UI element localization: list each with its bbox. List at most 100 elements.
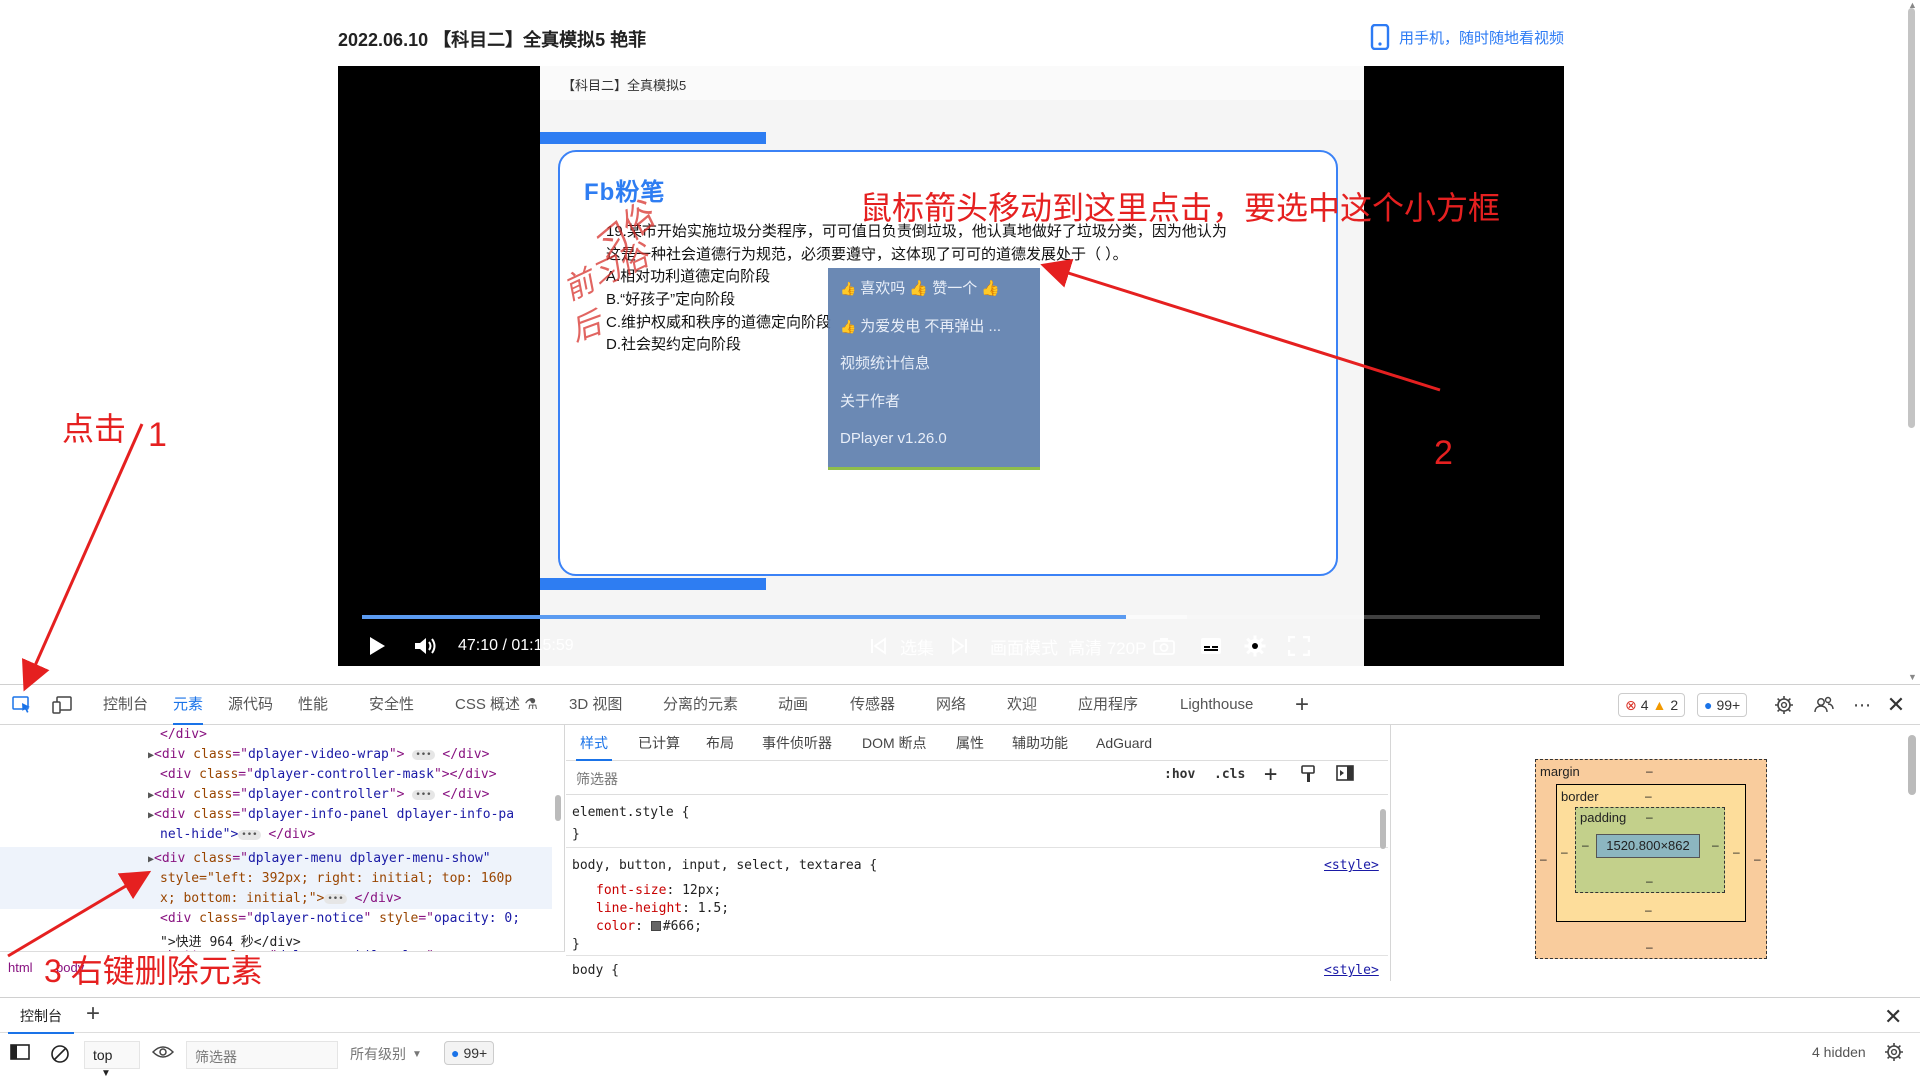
hover-state-toggle[interactable]: :hov (1164, 767, 1195, 782)
tab-lighthouse[interactable]: Lighthouse (1180, 685, 1253, 725)
mobile-watch-link[interactable]: 用手机，随时随地看视频 (1369, 24, 1564, 50)
subtab-dom-breakpoints[interactable]: DOM 断点 (862, 725, 927, 761)
close-drawer-icon[interactable]: ✕ (1884, 1004, 1902, 1030)
color-swatch[interactable] (650, 921, 661, 931)
elements-tree[interactable]: </div> ▶<div class="dplayer-video-wrap">… (0, 725, 565, 951)
settings-button[interactable] (1244, 626, 1266, 666)
style-source-link[interactable]: <style> (1324, 858, 1379, 873)
dom-node-menu[interactable]: ▶<div class="dplayer-menu dplayer-menu-s… (148, 851, 491, 866)
style-rule-selector[interactable]: body, button, input, select, textarea { (572, 858, 877, 873)
breadcrumb-html[interactable]: html (8, 960, 33, 975)
console-sidebar-toggle[interactable] (10, 1044, 30, 1060)
dom-node-cont[interactable]: nel-hide"> ••• </div> (160, 827, 315, 842)
page-scrollbar-thumb[interactable] (1908, 8, 1915, 428)
box-model-content[interactable]: 1520.800×862 (1596, 834, 1700, 858)
menu-item-version[interactable]: DPlayer v1.26.0 (828, 420, 1040, 458)
console-filter-input[interactable]: 筛选器 (186, 1041, 338, 1069)
tab-animations[interactable]: 动画 (778, 685, 808, 725)
subtab-adguard[interactable]: AdGuard (1096, 725, 1152, 761)
volume-button[interactable] (414, 626, 438, 666)
add-tab-plus-icon[interactable]: + (1290, 691, 1314, 718)
clear-console-button[interactable] (50, 1044, 70, 1064)
ellipsis-icon[interactable]: ••• (324, 893, 347, 904)
subtab-styles[interactable]: 样式 (576, 725, 612, 761)
tab-application[interactable]: 应用程序 (1078, 685, 1138, 725)
feedback-button[interactable] (1812, 693, 1836, 717)
quality-button[interactable]: 高清 720P (1068, 626, 1146, 666)
styles-scrollbar[interactable] (1378, 795, 1388, 981)
styles-scrollbar-thumb[interactable] (1380, 809, 1386, 849)
class-toggle[interactable]: .cls (1214, 767, 1245, 782)
tab-performance[interactable]: 性能 (298, 685, 328, 725)
log-levels-dropdown[interactable]: 所有级别 ▼ (350, 1044, 422, 1064)
elements-scrollbar[interactable] (553, 725, 563, 951)
style-rule-element[interactable]: element.style { (572, 805, 689, 820)
dom-node[interactable]: <div class="dplayer-controller-mask"></d… (160, 767, 497, 782)
new-rule-plus-icon[interactable]: + (1264, 762, 1277, 787)
close-devtools-icon[interactable]: ✕ (1884, 692, 1908, 717)
ellipsis-icon[interactable]: ••• (412, 749, 435, 760)
dplayer-context-menu[interactable]: 👍 喜欢吗 👍 赞一个 👍 👍 为爱发电 不再弹出 ... 视频统计信息 关于作者 … (828, 268, 1040, 470)
style-source-link[interactable]: <style> (1324, 963, 1379, 978)
context-selector[interactable]: top ▼ (84, 1041, 140, 1079)
menu-item-donate[interactable]: 👍 为爱发电 不再弹出 ... (828, 308, 1040, 346)
ellipsis-icon[interactable]: ••• (238, 829, 261, 840)
subtab-computed[interactable]: 已计算 (638, 725, 680, 761)
console-settings-button[interactable] (1884, 1042, 1904, 1062)
screenshot-button[interactable] (1153, 626, 1175, 666)
tab-network[interactable]: 网络 (936, 685, 966, 725)
dom-node[interactable]: </div> (160, 727, 207, 742)
style-property[interactable]: font-size: 12px; (596, 883, 721, 898)
console-message-count[interactable]: ● 99+ (444, 1041, 495, 1065)
device-toolbar-button[interactable] (50, 693, 74, 717)
tab-security[interactable]: 安全性 (369, 685, 414, 725)
video-player[interactable]: 【科目二】全真模拟5 Fb粉笔 19.某市开始实施垃圾分类程序，可可值日负责倒垃… (338, 66, 1564, 666)
box-model-margin[interactable]: margin – – – – border – – – – padding – … (1535, 759, 1767, 959)
tab-console[interactable]: 控制台 (103, 685, 148, 725)
messages-counter[interactable]: ● 99+ (1697, 693, 1748, 717)
ellipsis-icon[interactable]: ••• (412, 789, 435, 800)
issues-counter[interactable]: ⊗ 4 ▲ 2 (1618, 693, 1686, 717)
tab-3d-view[interactable]: 3D 视图 (569, 685, 622, 725)
menu-item-like[interactable]: 👍 喜欢吗 👍 赞一个 👍 (828, 270, 1040, 308)
tab-welcome[interactable]: 欢迎 (1007, 685, 1037, 725)
fullscreen-button[interactable] (1288, 626, 1310, 666)
dom-node[interactable]: ▶<div class="dplayer-controller"> ••• </… (148, 787, 489, 802)
box-model-border[interactable]: border – – – – padding – – – – 1520.800×… (1556, 784, 1746, 922)
progress-bar[interactable] (362, 615, 1540, 619)
subtitle-button[interactable] (1200, 626, 1222, 666)
dom-node[interactable]: ▶<div class="dplayer-video-wrap"> ••• </… (148, 747, 489, 762)
next-button[interactable] (952, 626, 968, 666)
inspect-element-button[interactable] (10, 693, 34, 717)
scroll-down-icon[interactable]: ▼ (1908, 672, 1917, 682)
tab-css-overview[interactable]: CSS 概述 ⚗ (455, 685, 538, 725)
tab-sources[interactable]: 源代码 (228, 685, 273, 725)
style-property[interactable]: line-height: 1.5; (596, 901, 729, 916)
dom-node[interactable]: ▶<div class="dplayer-info-panel dplayer-… (148, 807, 514, 822)
menu-item-stats[interactable]: 视频统计信息 (828, 345, 1040, 383)
subtab-accessibility[interactable]: 辅助功能 (1012, 725, 1068, 761)
more-options-icon[interactable]: ⋯ (1850, 693, 1874, 717)
subtab-layout[interactable]: 布局 (706, 725, 734, 761)
picture-mode-button[interactable]: 画面模式 (990, 626, 1058, 666)
elements-scrollbar-thumb[interactable] (555, 795, 561, 821)
live-expression-button[interactable] (152, 1044, 174, 1060)
settings-button[interactable] (1772, 693, 1796, 717)
box-model-padding[interactable]: padding – – – – 1520.800×862 (1575, 807, 1725, 893)
paint-brush-icon[interactable] (1300, 765, 1316, 787)
box-model-scrollbar-thumb[interactable] (1908, 735, 1916, 795)
dom-node[interactable]: <div class="dplayer-notice" style="opaci… (160, 911, 520, 926)
style-rule-selector[interactable]: body { (572, 963, 619, 978)
page-scrollbar[interactable]: ▲ ▼ (1904, 0, 1920, 682)
sidebar-toggle-icon[interactable] (1336, 765, 1354, 785)
tab-elements[interactable]: 元素 (173, 685, 204, 725)
tab-sensors[interactable]: 传感器 (850, 685, 895, 725)
styles-filter-input[interactable]: 筛选器 (566, 765, 1146, 791)
menu-item-about[interactable]: 关于作者 (828, 383, 1040, 421)
episodes-button[interactable]: 选集 (900, 626, 934, 666)
subtab-properties[interactable]: 属性 (956, 725, 984, 761)
play-button[interactable] (368, 626, 386, 666)
tab-detached-elements[interactable]: 分离的元素 (663, 685, 738, 725)
subtab-event-listeners[interactable]: 事件侦听器 (762, 725, 832, 761)
drawer-add-plus-icon[interactable]: + (86, 1000, 100, 1028)
